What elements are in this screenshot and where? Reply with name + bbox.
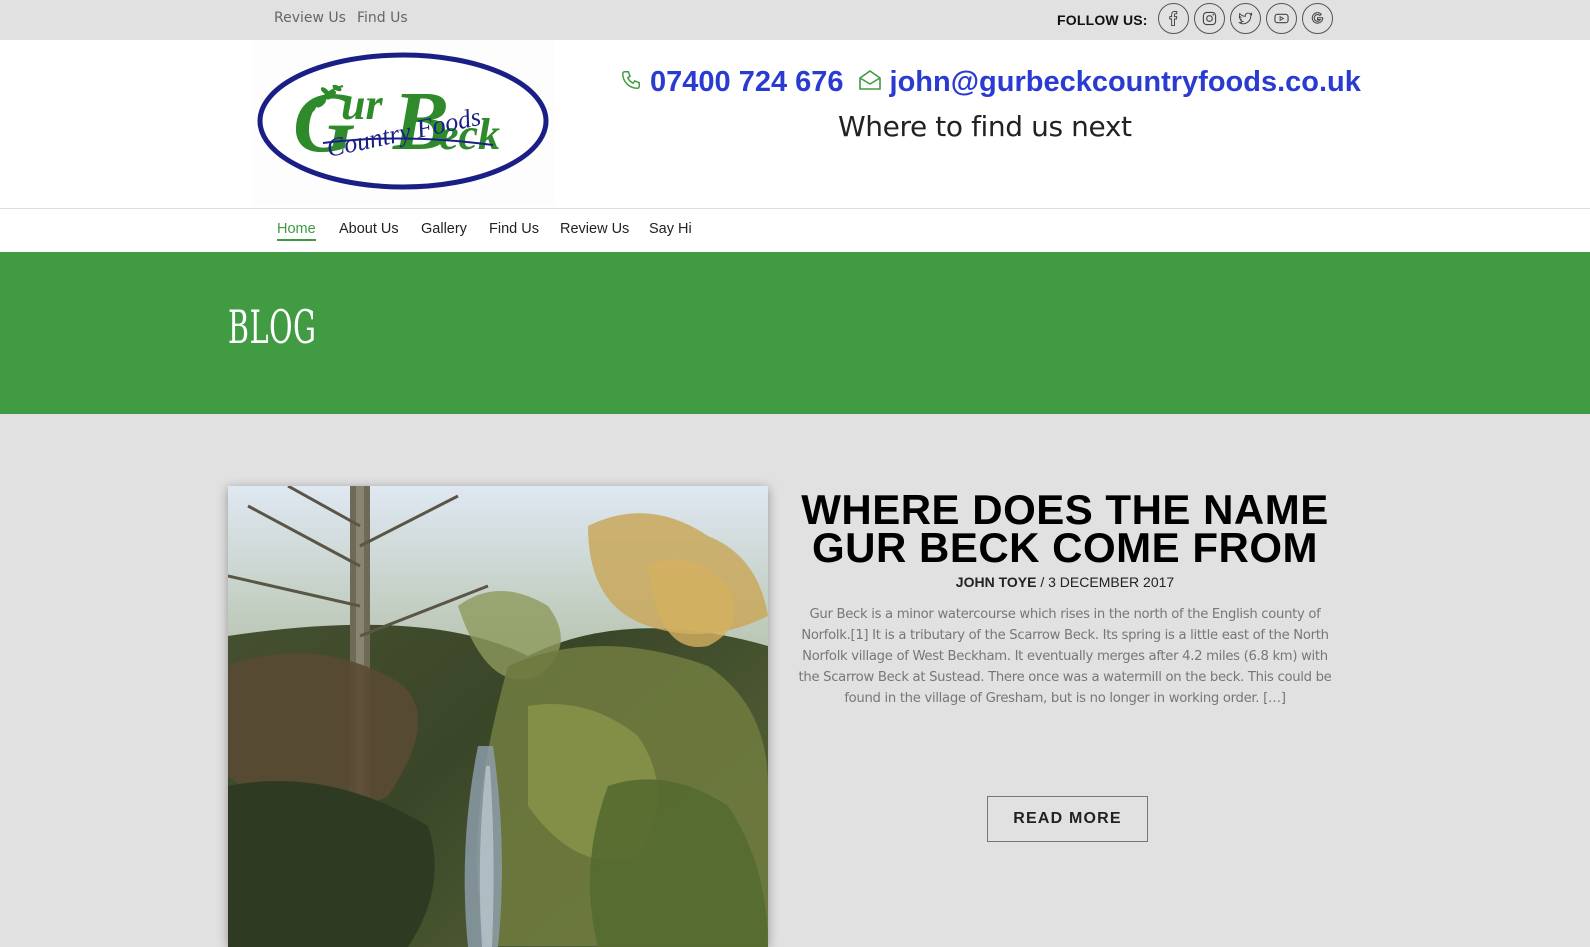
top-link-review-us[interactable]: Review Us [274, 10, 346, 26]
read-more-button[interactable]: READ MORE [987, 796, 1148, 842]
post-excerpt: Gur Beck is a minor watercourse which ri… [798, 607, 1332, 706]
svg-text:ur: ur [341, 80, 383, 129]
find-us-next-link[interactable]: Where to find us next [838, 110, 1132, 143]
gur-beck-logo[interactable]: G ur B eck Country Foods [253, 41, 554, 206]
phone-number-link[interactable]: 07400 724 676 [650, 66, 844, 99]
google-icon[interactable] [1302, 3, 1333, 34]
envelope-icon [858, 69, 882, 96]
youtube-icon[interactable] [1266, 3, 1297, 34]
post-author[interactable]: JOHN TOYE [956, 574, 1037, 590]
post-title-link[interactable]: WHERE DOES THE NAME GUR BECK COME FROM [790, 489, 1340, 571]
meta-separator: / [1036, 574, 1049, 590]
nav-item-review-us[interactable]: Review Us [560, 221, 629, 237]
twitter-icon[interactable] [1230, 3, 1261, 34]
contact-info: 07400 724 676 john@gurbeckcountryfoods.c… [620, 62, 1361, 102]
phone-icon [620, 69, 642, 96]
follow-us-label: FOLLOW US: [1057, 12, 1148, 28]
page-hero-banner: BLOG [0, 252, 1590, 414]
nav-item-gallery[interactable]: Gallery [421, 221, 467, 237]
email-link[interactable]: john@gurbeckcountryfoods.co.uk [890, 66, 1361, 99]
nav-item-say-hi[interactable]: Say Hi [649, 221, 692, 237]
post-meta: JOHN TOYE / 3 DECEMBER 2017 [790, 574, 1340, 590]
nav-item-find-us[interactable]: Find Us [489, 221, 539, 237]
page-title: BLOG [228, 300, 317, 354]
facebook-icon[interactable] [1158, 3, 1189, 34]
top-bar: Review Us Find Us FOLLOW US: [0, 0, 1590, 40]
instagram-icon[interactable] [1194, 3, 1225, 34]
top-link-find-us[interactable]: Find Us [357, 10, 408, 26]
nav-item-about-us[interactable]: About Us [339, 221, 399, 237]
post-date: 3 DECEMBER 2017 [1048, 574, 1175, 590]
main-nav: Home About Us Gallery Find Us Review Us … [0, 209, 1590, 252]
nav-item-home[interactable]: Home [277, 221, 316, 241]
post-title-line-2: GUR BECK COME FROM [812, 524, 1318, 571]
post-featured-image[interactable] [228, 486, 768, 947]
site-header: G ur B eck Country Foods 07400 724 676 j… [0, 40, 1590, 209]
